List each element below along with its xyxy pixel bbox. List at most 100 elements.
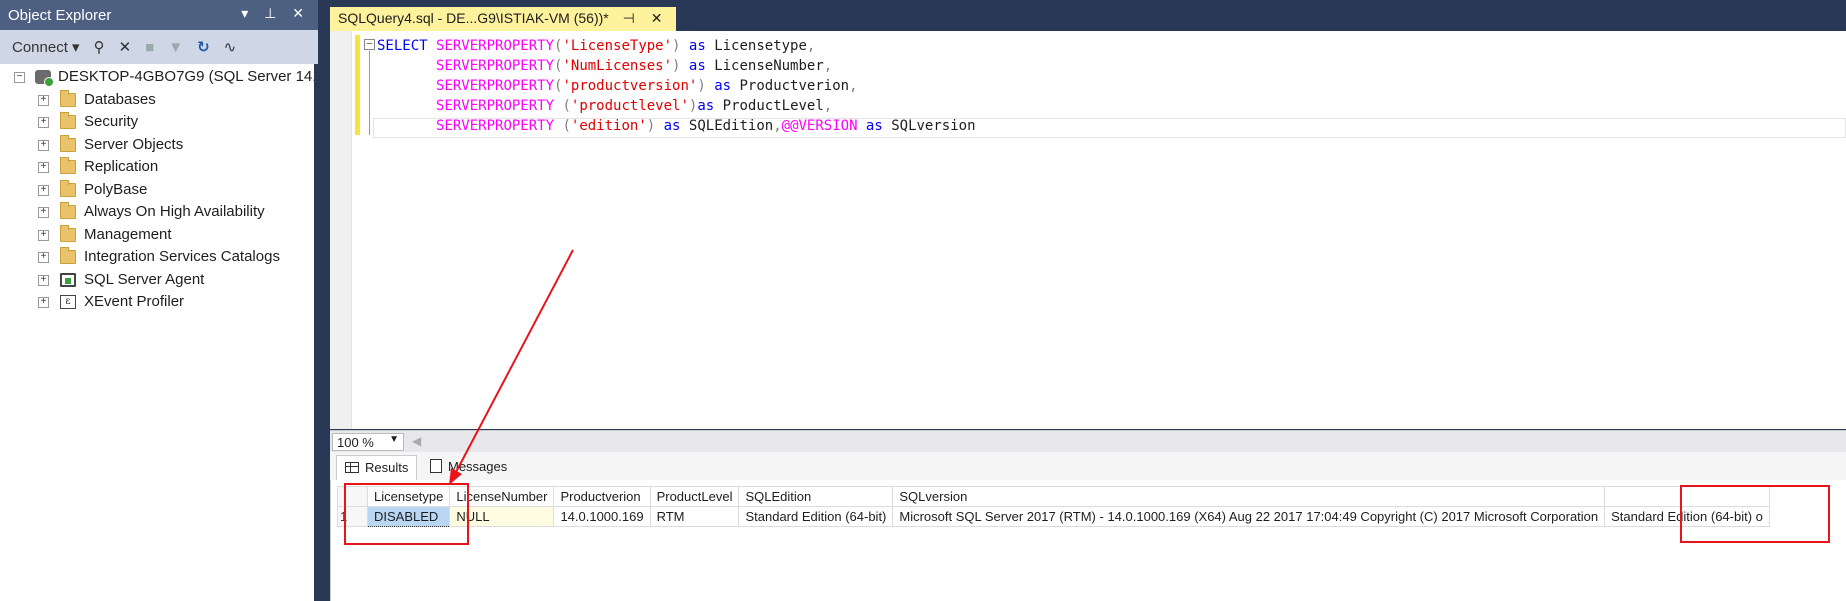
expand-icon[interactable]: + xyxy=(38,229,49,241)
connect-button[interactable]: Connect ▾ xyxy=(12,38,80,56)
tree-node-security[interactable]: + Security xyxy=(0,111,314,134)
activity-monitor-icon[interactable]: ∿ xyxy=(224,38,237,56)
code-token: SERVERPROPERTY xyxy=(436,78,555,94)
collapse-icon[interactable]: − xyxy=(14,72,25,83)
grid-cell[interactable]: Microsoft SQL Server 2017 (RTM) - 14.0.1… xyxy=(892,506,1606,527)
grid-cell[interactable]: RTM xyxy=(649,506,740,527)
tree-node-label: XEvent Profiler xyxy=(84,293,185,310)
folder-icon xyxy=(60,157,76,174)
results-grid[interactable]: Licensetype LicenseNumber Productverion Pro… xyxy=(337,486,1770,527)
code-token: SELECT xyxy=(377,38,437,54)
expand-icon[interactable]: + xyxy=(38,297,49,308)
code-token: ProductLevel xyxy=(722,98,824,114)
code-token: ( xyxy=(554,118,571,134)
code-line: SERVERPROPERTY ('edition') as SQLEdition… xyxy=(377,116,976,136)
sql-code[interactable]: SELECT SERVERPROPERTY('LicenseType') as … xyxy=(377,36,976,136)
tree-node-server-objects[interactable]: + Server Objects xyxy=(0,134,314,157)
refresh-icon[interactable]: ↻ xyxy=(197,38,210,56)
tree-node-always-on-high-availability[interactable]: + Always On High Availability xyxy=(0,201,314,224)
column-header[interactable]: ProductLevel xyxy=(649,486,740,507)
stop-icon[interactable]: ■ xyxy=(145,39,154,56)
tree-node-management[interactable]: + Management xyxy=(0,224,314,247)
column-header[interactable]: SQLEdition xyxy=(738,486,894,507)
code-token: as xyxy=(663,118,689,134)
expand-icon[interactable]: + xyxy=(38,139,49,151)
code-token: , xyxy=(773,118,782,134)
tree-node-databases[interactable]: + Databases xyxy=(0,89,314,112)
results-pane: Licensetype LicenseNumber Productverion Pro… xyxy=(330,480,1846,601)
code-token: SQLEdition xyxy=(688,118,774,134)
code-token: 'productversion' xyxy=(562,78,698,94)
grid-cell[interactable]: 14.0.1000.169 xyxy=(553,506,651,527)
code-token: SERVERPROPERTY xyxy=(436,38,555,54)
column-header[interactable]: Productverion xyxy=(553,486,651,507)
change-tracking-bar xyxy=(355,35,360,135)
expand-icon[interactable]: + xyxy=(38,184,49,196)
tab-results[interactable]: Results xyxy=(336,455,418,480)
object-explorer-title: Object Explorer xyxy=(8,7,112,24)
server-node-label: DESKTOP-4GBO7G9 (SQL Server 14.0.10 xyxy=(58,68,314,85)
tree-node-label: SQL Server Agent xyxy=(84,270,205,288)
tree-node-label: Security xyxy=(84,113,139,130)
tree-node-xevent-profiler[interactable]: + ε XEvent Profiler xyxy=(0,291,314,314)
code-token: LicenseNumber xyxy=(714,58,824,74)
document-tab-strip: SQLQuery4.sql - DE...G9\ISTIAK-VM (56))*… xyxy=(330,0,1846,31)
table-row[interactable]: 1 DISABLED NULL 14.0.1000.169 RTM Standard Ed… xyxy=(337,506,1770,527)
collapse-icon[interactable]: − xyxy=(364,39,375,50)
xevent-icon: ε xyxy=(60,295,76,309)
code-token: ) xyxy=(646,118,664,134)
tree-node-label: Replication xyxy=(84,158,159,175)
folder-icon xyxy=(60,224,76,242)
tree-node-polybase[interactable]: + PolyBase xyxy=(0,179,314,202)
folder-icon xyxy=(60,179,76,197)
server-node[interactable]: − DESKTOP-4GBO7G9 (SQL Server 14.0.10 xyxy=(0,66,314,89)
tree-node-label: Management xyxy=(84,225,172,243)
expand-icon[interactable]: + xyxy=(38,162,49,173)
code-token: as xyxy=(714,78,740,94)
folder-icon xyxy=(60,247,76,264)
query-tab[interactable]: SQLQuery4.sql - DE...G9\ISTIAK-VM (56))*… xyxy=(330,7,677,31)
tab-messages-label: Messages xyxy=(448,459,508,474)
tree-node-sql-server-agent[interactable]: + SQL Server Agent xyxy=(0,269,314,292)
grid-cell[interactable]: Standard Edition (64-bit) xyxy=(738,506,894,527)
expand-icon[interactable]: + xyxy=(38,274,49,286)
code-line: SERVERPROPERTY ('productlevel')as Produc… xyxy=(377,96,976,116)
scroll-left-icon[interactable]: ◀ xyxy=(412,434,421,448)
expand-icon[interactable]: + xyxy=(38,252,49,263)
code-token: as xyxy=(857,118,892,134)
object-explorer-window-controls[interactable]: ▾ ⊥ ✕ xyxy=(241,5,310,22)
grid-header-row: Licensetype LicenseNumber Productverion Pro… xyxy=(337,486,1770,507)
folder-icon xyxy=(60,202,76,219)
tree-node-label: Databases xyxy=(84,90,156,108)
folder-icon xyxy=(60,134,76,152)
disconnect-icon[interactable]: ✕ xyxy=(119,38,132,56)
code-line: SERVERPROPERTY('productversion') as Prod… xyxy=(377,76,976,96)
code-token: Productverion xyxy=(739,78,850,94)
tab-messages[interactable]: Messages xyxy=(422,455,515,480)
query-tab-controls[interactable]: ⊣ ✕ xyxy=(623,10,669,26)
tree-node-integration-services-catalogs[interactable]: + Integration Services Catalogs xyxy=(0,246,314,269)
code-token: as xyxy=(697,98,723,114)
code-token: as xyxy=(688,38,715,54)
expand-icon[interactable]: + xyxy=(38,207,49,218)
expand-icon[interactable]: + xyxy=(38,117,49,128)
tree-node-label: PolyBase xyxy=(84,180,148,198)
filter-icon[interactable]: ▼ xyxy=(168,39,183,56)
tree-node-replication[interactable]: + Replication xyxy=(0,156,314,179)
object-explorer-toolbar: Connect ▾ ⚲ ✕ ■ ▼ ↻ ∿ xyxy=(0,30,318,64)
connect-object-explorer-icon[interactable]: ⚲ xyxy=(94,38,105,56)
server-icon xyxy=(35,70,54,87)
code-token: 'NumLicenses' xyxy=(562,58,673,74)
annotation-box-licensetype xyxy=(344,483,469,545)
tree-node-label: Server Objects xyxy=(84,135,184,153)
column-header[interactable]: SQLversion xyxy=(892,486,1606,507)
zoom-bar: 100 % ▼ ◀ xyxy=(330,430,1846,452)
expand-icon[interactable]: + xyxy=(38,94,49,106)
code-token: SQLversion xyxy=(891,118,976,134)
zoom-select[interactable]: 100 % ▼ xyxy=(332,433,404,451)
query-editor[interactable]: − SELECT SERVERPROPERTY('LicenseType') a… xyxy=(330,31,1846,429)
fold-guide-line xyxy=(369,51,370,135)
